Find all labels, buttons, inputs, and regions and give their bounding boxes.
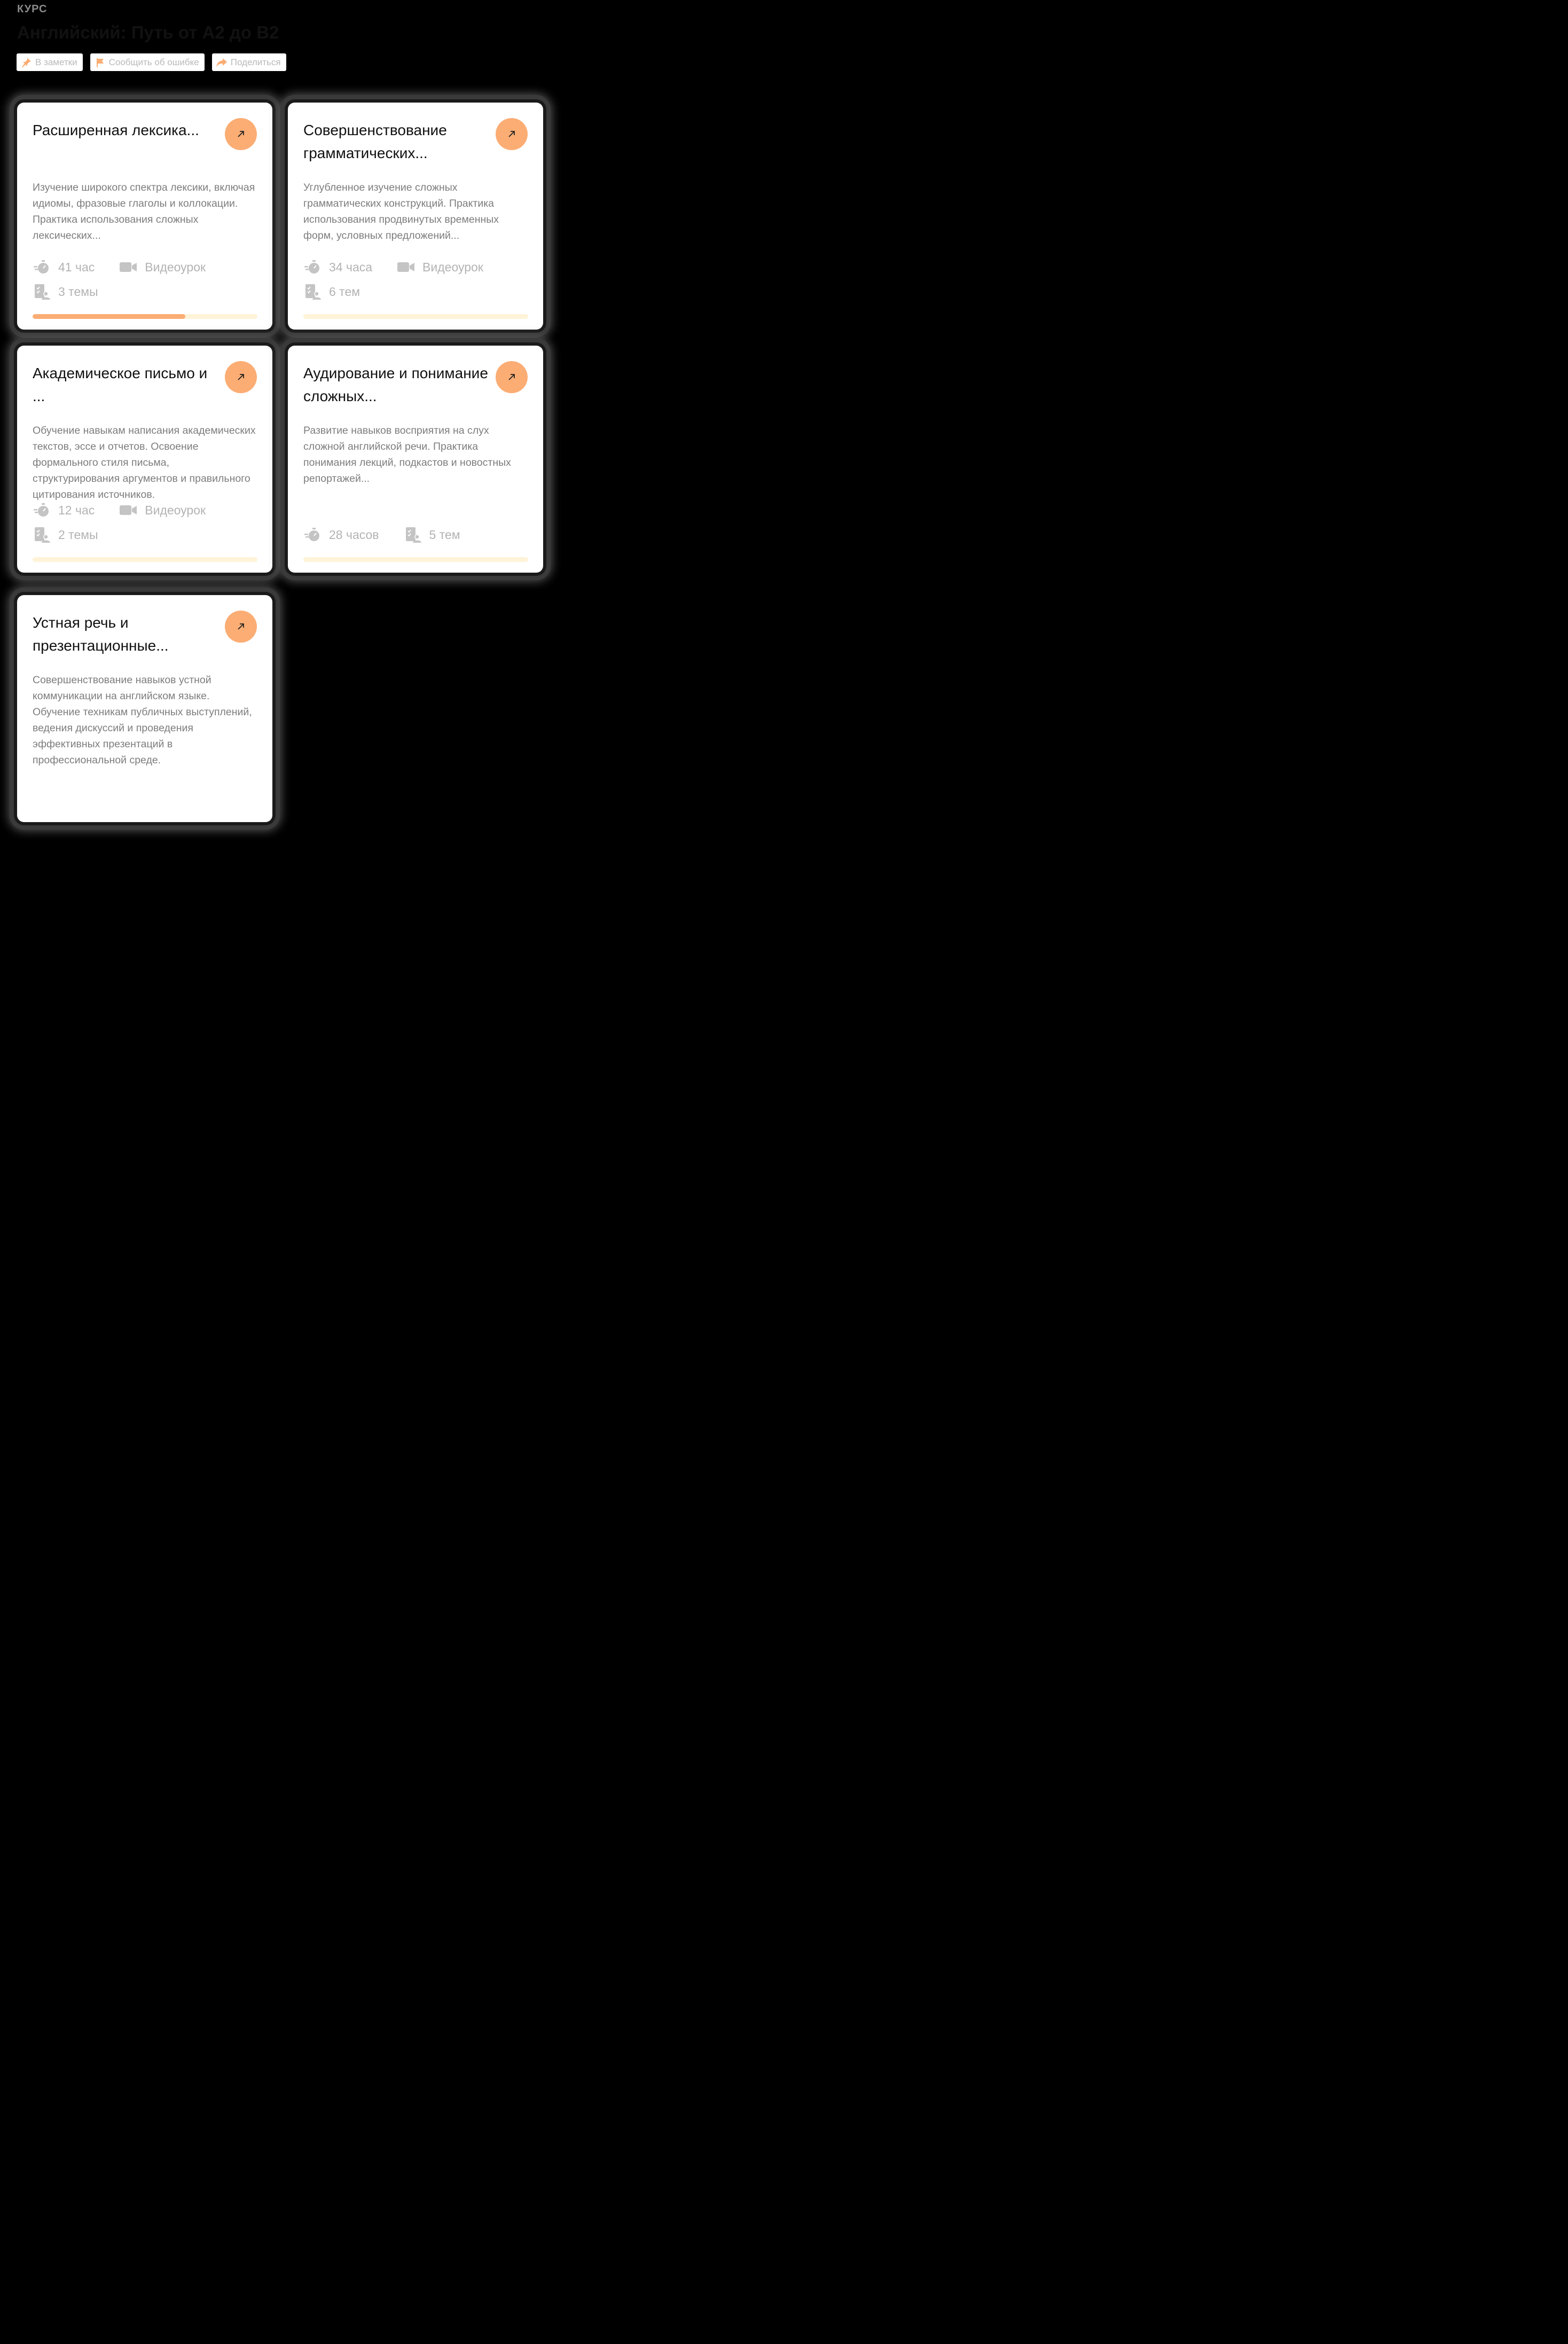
course-card[interactable]: Аудирование и понимание сложных... Разви… — [288, 346, 543, 573]
course-card[interactable]: Устная речь и презентационные... Соверше… — [17, 595, 272, 822]
card-title: Академическое письмо и ... — [33, 365, 208, 404]
card-topics: 6 тем — [329, 284, 360, 299]
course-card[interactable]: Расширенная лексика... Изучение широкого… — [17, 103, 272, 330]
stopwatch-icon — [303, 258, 322, 276]
video-icon — [119, 258, 137, 276]
open-card-button[interactable] — [496, 118, 528, 150]
page-title: Английский: Путь от A2 до B2 — [17, 22, 279, 42]
action-bar: В заметки Сообщить об ошибке Поделиться — [17, 53, 286, 71]
add-to-notes-label: В заметки — [35, 57, 77, 67]
card-title: Аудирование и понимание сложных... — [303, 365, 488, 404]
card-topics: 3 темы — [58, 284, 98, 299]
checklist-user-icon — [303, 283, 322, 301]
report-error-button[interactable]: Сообщить об ошибке — [90, 53, 205, 71]
arrow-up-right-icon — [508, 131, 515, 137]
pin-icon — [20, 57, 32, 68]
card-description: Развитие навыков восприятия на слух слож… — [303, 425, 511, 485]
card-description: Совершенствование навыков устной коммуни… — [33, 674, 252, 766]
card-hours: 28 часов — [329, 527, 379, 542]
card-description: Изучение широкого спектра лексики, включ… — [33, 182, 255, 241]
open-card-button[interactable] — [496, 361, 528, 393]
card-description: Углубленное изучение сложных грамматичес… — [303, 182, 499, 241]
video-icon — [119, 501, 137, 519]
progress-bar — [303, 557, 528, 562]
card-hours: 41 час — [58, 260, 95, 274]
flag-icon — [94, 57, 106, 68]
progress-bar — [33, 557, 257, 562]
card-topics-row: 6 тем — [303, 283, 360, 301]
eyebrow-label: КУРС — [17, 3, 48, 15]
checklist-user-icon — [404, 526, 422, 544]
card-meta-row: 34 часа Видеоурок — [303, 258, 483, 276]
course-card[interactable]: Совершенствование грамматических... Углу… — [288, 103, 543, 330]
arrow-up-right-icon — [238, 131, 244, 137]
checklist-user-icon — [33, 283, 51, 301]
video-icon — [397, 258, 415, 276]
stopwatch-icon — [303, 526, 322, 544]
course-card[interactable]: Академическое письмо и ... Обучение навы… — [17, 346, 272, 573]
share-label: Поделиться — [230, 57, 281, 67]
card-description: Обучение навыкам написания академических… — [33, 425, 256, 501]
arrow-up-right-icon — [238, 374, 244, 380]
card-title: Расширенная лексика... — [33, 122, 199, 138]
report-error-label: Сообщить об ошибке — [108, 57, 199, 67]
arrow-up-right-icon — [508, 374, 515, 380]
stopwatch-icon — [33, 501, 51, 519]
course-page: КУРС Английский: Путь от A2 до B2 В заме… — [0, 0, 560, 838]
open-card-button[interactable] — [225, 611, 257, 643]
stopwatch-icon — [33, 258, 51, 276]
open-card-button[interactable] — [225, 118, 257, 150]
open-card-button[interactable] — [225, 361, 257, 393]
card-topics-row: 3 темы — [33, 283, 98, 301]
card-title: Совершенствование грамматических... — [303, 122, 447, 161]
card-hours: 34 часа — [329, 260, 373, 274]
share-button[interactable]: Поделиться — [211, 53, 286, 71]
card-meta-row: 28 часов 5 тем — [303, 526, 460, 544]
card-format: Видеоурок — [422, 260, 483, 274]
card-format: Видеоурок — [145, 503, 206, 517]
checklist-user-icon — [33, 526, 51, 544]
card-topics-row: 2 темы — [33, 526, 98, 544]
card-topics: 2 темы — [58, 527, 98, 542]
add-to-notes-button[interactable]: В заметки — [17, 53, 83, 71]
card-hours: 12 час — [58, 503, 95, 517]
progress-bar — [303, 314, 528, 319]
progress-bar — [33, 314, 257, 319]
arrow-up-right-icon — [238, 623, 244, 630]
card-title: Устная речь и презентационные... — [33, 614, 169, 654]
card-format: Видеоурок — [145, 260, 206, 274]
progress-fill — [33, 314, 186, 319]
card-meta-row: 41 час Видеоурок — [33, 258, 206, 276]
card-meta-row: 12 час Видеоурок — [33, 501, 206, 519]
card-topics: 5 тем — [429, 527, 460, 542]
share-icon — [216, 57, 228, 68]
